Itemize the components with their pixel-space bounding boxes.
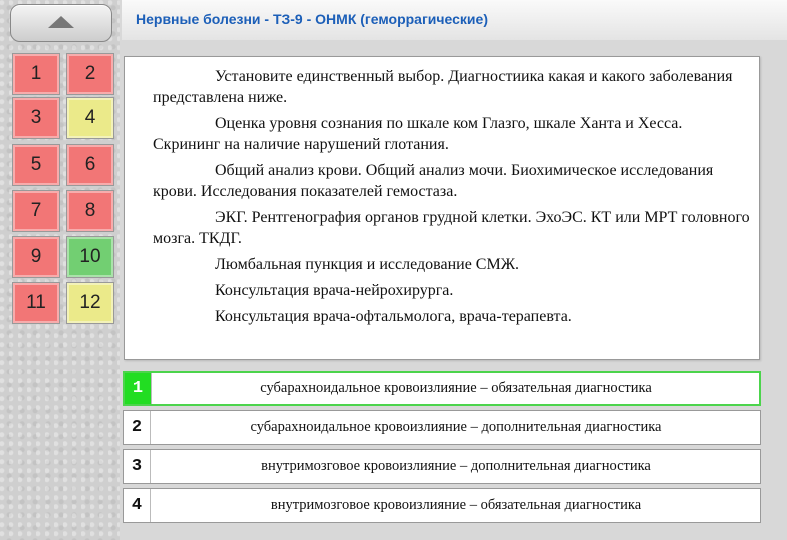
question-button-4[interactable]: 4 [66,97,114,139]
header-bar: Нервные болезни - ТЗ-9 - ОНМК (геморраги… [122,0,787,40]
triangle-up-icon [48,16,74,28]
page-title: Нервные болезни - ТЗ-9 - ОНМК (геморраги… [136,11,488,27]
question-panel: Установите единственный выбор. Диагности… [124,56,760,360]
answer-option-4[interactable]: 4 внутримозговое кровоизлияние – обязате… [123,488,761,523]
question-button-3[interactable]: 3 [12,97,60,139]
question-text: Установите единственный выбор. Диагности… [153,66,753,332]
question-button-12[interactable]: 12 [66,282,114,324]
scroll-up-button[interactable] [10,4,112,42]
question-button-6[interactable]: 6 [66,144,114,186]
question-paragraph: Оценка уровня сознания по шкале ком Глаз… [153,115,683,153]
answer-label: субарахноидальное кровоизлияние – дополн… [250,419,662,435]
question-button-10[interactable]: 10 [66,236,114,278]
question-paragraph: ЭКГ. Рентгенография органов грудной клет… [153,209,750,247]
question-paragraph: Общий анализ крови. Общий анализ мочи. Б… [153,162,714,200]
question-button-1[interactable]: 1 [12,53,60,95]
answer-option-3[interactable]: 3 внутримозговое кровоизлияние – дополни… [123,449,761,484]
answer-option-2[interactable]: 2 субарахноидальное кровоизлияние – допо… [123,410,761,445]
question-button-9[interactable]: 9 [12,236,60,278]
question-paragraph: Консультация врача-нейрохирурга. [215,282,454,299]
question-paragraph: Установите единственный выбор. Диагности… [153,68,733,106]
question-paragraph: Консультация врача-офтальмолога, врача-т… [215,308,572,325]
answer-label: внутримозговое кровоизлияние – обязатель… [270,497,642,513]
sidebar: 1 2 3 4 5 6 7 8 9 10 11 12 [0,0,120,540]
answer-number: 2 [124,411,151,444]
answer-number: 1 [125,373,152,404]
answer-number: 4 [124,489,151,522]
question-button-11[interactable]: 11 [12,282,60,324]
question-button-8[interactable]: 8 [66,190,114,232]
answer-label: субарахноидальное кровоизлияние – обязат… [260,380,652,396]
answer-label: внутримозговое кровоизлияние – дополните… [261,458,651,474]
question-button-7[interactable]: 7 [12,190,60,232]
question-paragraph: Люмбальная пункция и исследование СМЖ. [215,256,520,273]
answer-number: 3 [124,450,151,483]
answer-option-1[interactable]: 1 субарахноидальное кровоизлияние – обяз… [123,371,761,406]
question-button-2[interactable]: 2 [66,53,114,95]
question-button-5[interactable]: 5 [12,144,60,186]
